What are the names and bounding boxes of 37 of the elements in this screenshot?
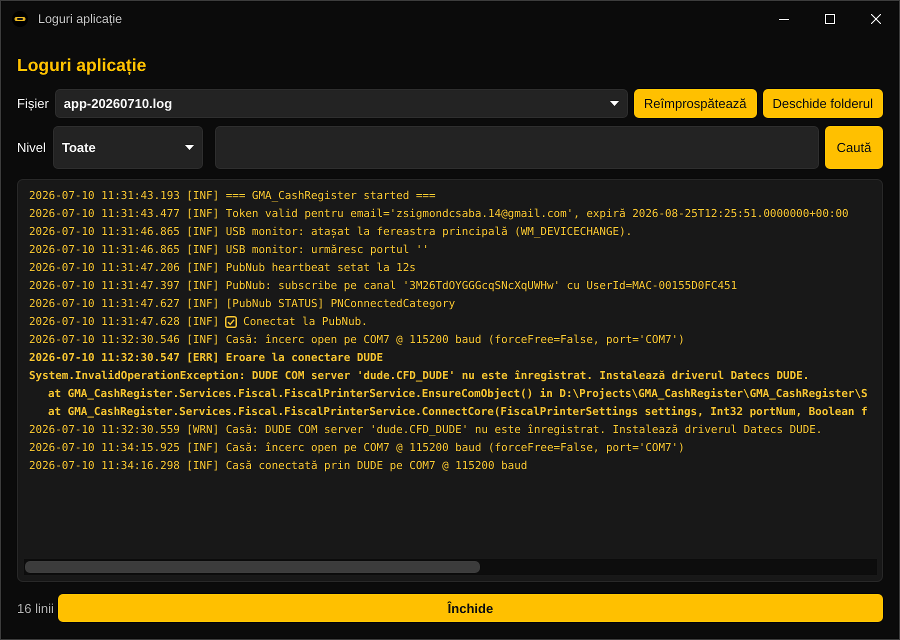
log-line: 2026-07-10 11:34:16.298 [INF] Casă conectată prin DUDE pe COM7 @ 115200 baud: [29, 458, 528, 474]
page-heading: Loguri aplicație: [17, 54, 148, 77]
log-line: 2026-07-10 11:32:30.546 [INF] Casă: încerc open pe COM7 @ 115200 baud (forceFree=False, port='COM7'): [29, 332, 686, 348]
level-select[interactable]: Toate: [53, 126, 203, 169]
log-line: 2026-07-10 11:31:43.193 [INF] === GMA_CashRegister started ===: [29, 188, 437, 204]
caret-icon: [610, 101, 619, 106]
window-title: Loguri aplicație: [38, 12, 122, 26]
log-line: at GMA_CashRegister.Services.Fiscal.FiscalPrinterService.EnsureComObject() in D:\Projects\GMA_CashRegister\GMA_CashRegister\S: [47, 386, 869, 402]
action-button[interactable]: Deschide folderul: [762, 89, 883, 118]
log-line: 2026-07-10 11:31:47.628 [INF]: [29, 314, 220, 330]
scrollbar-thumb[interactable]: [25, 561, 480, 573]
field-label: Nivel: [17, 140, 47, 155]
log-line: System.InvalidOperationException: DUDE COM server 'dude.CFD_DUDE' nu este înregistrat. Instalează driverul Datecs DUDE.: [29, 368, 810, 384]
log-line: 2026-07-10 11:31:47.397 [INF] PubNub: subscribe pe canal '3M26TdOYGGGcqSNcXqUWHw' cu UserId=MAC-00155D0FC451: [29, 278, 738, 294]
log-line: 2026-07-10 11:31:46.865 [INF] USB monitor: atașat la fereastra principală (WM_DEVICECHANGE).: [29, 224, 634, 240]
file-select[interactable]: app-20260710.log: [54, 89, 628, 118]
log-message: Conectat la PubNub.: [243, 314, 368, 330]
log-line: 2026-07-10 11:31:46.865 [INF] USB monitor: urmăresc portul '': [29, 242, 430, 258]
line-count: 16 linii: [17, 600, 54, 616]
log-line: 2026-07-10 11:31:47.627 [INF] [PubNub STATUS] PNConnectedCategory: [29, 296, 456, 312]
search-button[interactable]: Caută: [825, 126, 883, 169]
horizontal-scrollbar[interactable]: [24, 559, 877, 575]
log-line: 2026-07-10 11:32:30.559 [WRN] Casă: DUDE COM server 'dude.CFD_DUDE' nu este înregistrat. Instalează driverul Datecs DUDE.: [29, 422, 824, 438]
log-line: 2026-07-10 11:31:43.477 [INF] Token valid pentru email='zsigmondcsaba.14@gmail.com', expiră 2026-08-25T12:25:51.0000000+00:00: [29, 206, 850, 222]
log-line: 2026-07-10 11:32:30.547 [ERR] Eroare la conectare DUDE: [29, 350, 384, 366]
log-line: at GMA_CashRegister.Services.Fiscal.FiscalPrinterService.ConnectCore(FiscalPrinterSettings settings, Int32 portNum, Boolean f: [47, 404, 869, 420]
caret-icon: [185, 145, 194, 150]
field-label: Fișier: [17, 96, 49, 111]
log-line: 2026-07-10 11:34:15.925 [INF] Casă: încerc open pe COM7 @ 115200 baud (forceFree=False, port='COM7'): [29, 440, 686, 456]
minimize-icon: [779, 18, 789, 20]
close-dialog-button[interactable]: Închide: [58, 594, 883, 622]
maximize-icon: [825, 14, 835, 24]
action-button[interactable]: Reîmprospătează: [634, 89, 757, 118]
search-field[interactable]: [215, 126, 819, 169]
log-line: 2026-07-10 11:31:47.206 [INF] PubNub heartbeat setat la 12s: [29, 260, 417, 276]
close-icon: [871, 14, 881, 24]
app-logo-icon: [12, 11, 28, 27]
